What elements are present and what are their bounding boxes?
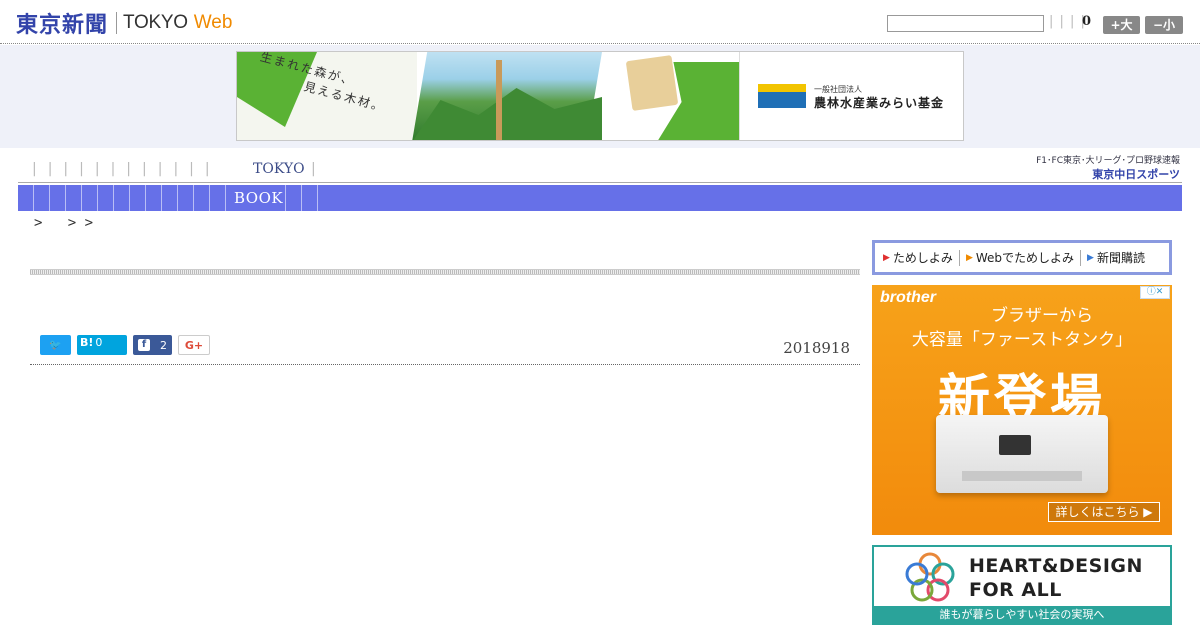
triangle-right-icon: ▶	[965, 252, 973, 263]
hatena-icon: B!	[80, 335, 94, 349]
logo-web: Web	[193, 12, 233, 33]
article-date: 2018918	[783, 339, 850, 357]
section-nav-bar: BOOK	[18, 185, 1182, 211]
article-title-rule	[30, 269, 860, 275]
ad2-tagline: 誰もが暮らしやすい社会の実現へ	[874, 606, 1170, 623]
link-divider	[1080, 249, 1082, 266]
chunichi-sports-subtitle: F1･FC東京･大リーグ･プロ野球速報	[1036, 156, 1180, 166]
hatena-count: 0	[95, 335, 103, 349]
heart-design-ad[interactable]: HEART&DESIGN FOR ALL 誰もが暮らしやすい社会の実現へ	[872, 545, 1172, 625]
triangle-right-icon: ▶	[883, 252, 890, 263]
section-nav-divider	[33, 185, 34, 211]
nav-item-tokyo[interactable]: TOKYO	[253, 161, 305, 177]
search-input[interactable]	[887, 15, 1044, 32]
ad-headline-2: 大容量「ファーストタンク」	[911, 330, 1133, 350]
article-divider	[30, 364, 860, 365]
org-flag-stripe	[758, 84, 806, 92]
flower-logo-icon	[905, 552, 955, 602]
googleplus-share-button[interactable]: G+	[178, 335, 210, 355]
hatena-bookmark-button[interactable]: B! 0	[77, 335, 127, 355]
triangle-right-icon: ▶	[1087, 252, 1094, 263]
facebook-count: 2	[160, 338, 167, 352]
facebook-icon: f	[138, 339, 150, 351]
section-nav-divider	[81, 185, 82, 211]
link-divider	[958, 249, 960, 266]
section-nav-divider	[301, 185, 302, 211]
printer-tray	[962, 471, 1082, 481]
section-nav-divider	[161, 185, 162, 211]
header-count: 0	[1082, 14, 1092, 29]
section-nav-divider	[65, 185, 66, 211]
web-tameshiyomi-link[interactable]: ▶ Webでためしよみ	[966, 249, 1074, 266]
chunichi-sports-title: 東京中日スポーツ	[1092, 168, 1180, 181]
nav-item-book[interactable]: BOOK	[234, 189, 283, 207]
section-nav-divider	[285, 185, 286, 211]
subscribe-link[interactable]: ▶ 新聞購読	[1087, 249, 1145, 266]
ad2-headline-2: FOR ALL	[969, 579, 1062, 601]
section-nav-divider	[97, 185, 98, 211]
org-name: 農林水産業みらい基金	[814, 96, 945, 110]
banner-wood-stool	[625, 55, 679, 111]
chunichi-sports-link[interactable]: F1･FC東京･大リーグ･プロ野球速報 東京中日スポーツ	[1026, 153, 1180, 181]
font-size-large-button[interactable]: +大	[1103, 16, 1140, 34]
section-nav-divider	[177, 185, 178, 211]
section-nav-divider	[225, 185, 226, 211]
logo-tokyo: TOKYO	[123, 12, 188, 33]
tameshiyomi-label: ためしよみ	[892, 251, 953, 265]
header-separators: | | | |	[1049, 14, 1086, 29]
forestry-banner-ad[interactable]: 生まれた森が、 見える木材。 一般社団法人 農林水産業みらい基金	[236, 51, 964, 141]
breadcrumb[interactable]: > > >	[34, 215, 93, 231]
twitter-icon: 🐦	[49, 339, 62, 351]
site-logo[interactable]: 東京新聞 TOKYO Web	[16, 8, 232, 38]
facebook-share-button[interactable]: f 2	[133, 335, 172, 355]
section-nav-divider	[113, 185, 114, 211]
primary-nav: |||||||||||| TOKYO |	[18, 159, 1182, 183]
primary-nav-separators: ||||||||||||	[32, 161, 221, 177]
subscribe-label: 新聞購読	[1096, 251, 1145, 265]
web-tameshiyomi-label: Webでためしよみ	[975, 251, 1075, 265]
printer-image	[936, 415, 1108, 493]
banner-wood-stick	[496, 60, 502, 140]
subscription-links-box: ▶ ためしよみ ▶ Webでためしよみ ▶ 新聞購読	[872, 240, 1172, 275]
logo-tokyo-shimbun: 東京新聞	[16, 13, 109, 38]
section-nav-divider	[193, 185, 194, 211]
tameshiyomi-link[interactable]: ▶ ためしよみ	[883, 249, 953, 266]
printer-screen	[999, 435, 1031, 455]
font-size-small-button[interactable]: −小	[1145, 16, 1183, 34]
googleplus-icon: G+	[184, 338, 204, 352]
section-nav-divider	[317, 185, 318, 211]
site-header: 東京新聞 TOKYO Web | | | | 0 +大 −小	[0, 0, 1200, 44]
ad2-headline-1: HEART&DESIGN	[969, 555, 1143, 577]
brother-printer-ad[interactable]: ⓘ✕ brother ブラザーから 大容量「ファーストタンク」 新登場 詳しくは…	[872, 285, 1172, 535]
ad-details-button[interactable]: 詳しくはこちら ▶	[1048, 502, 1160, 522]
section-nav-divider	[49, 185, 50, 211]
section-nav-divider	[209, 185, 210, 211]
twitter-share-button[interactable]: 🐦	[40, 335, 71, 355]
ad-headline-1: ブラザーから	[991, 306, 1093, 326]
section-nav-divider	[129, 185, 130, 211]
banner-org-panel: 一般社団法人 農林水産業みらい基金	[739, 52, 963, 140]
top-banner-area: 生まれた森が、 見える木材。 一般社団法人 農林水産業みらい基金	[0, 45, 1200, 148]
section-nav-divider	[145, 185, 146, 211]
nav-separator: |	[311, 161, 316, 177]
adchoices-icon[interactable]: ⓘ✕	[1140, 286, 1170, 299]
logo-divider	[116, 12, 118, 34]
